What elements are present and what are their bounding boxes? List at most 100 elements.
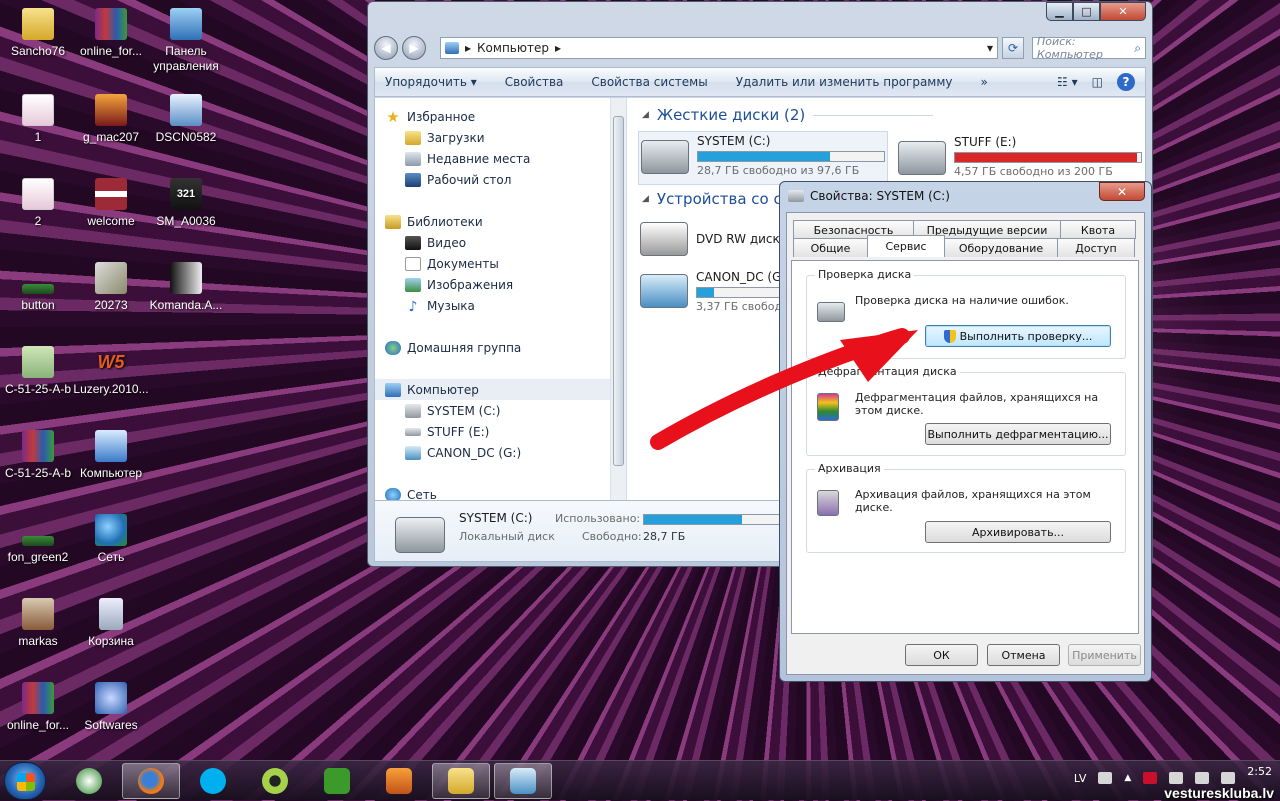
keyboard-icon[interactable] bbox=[1098, 772, 1113, 784]
navpane-scrollbar[interactable] bbox=[610, 98, 626, 500]
desktop-icon-20273[interactable]: 20273 bbox=[73, 262, 149, 313]
desktop-icon-g-mac207[interactable]: g_mac207 bbox=[73, 94, 149, 145]
close-button[interactable]: ✕ bbox=[1100, 2, 1146, 21]
desktop-icon-sm-a0036[interactable]: 321 SM_A0036 bbox=[148, 178, 224, 229]
desktop-icon-komanda[interactable]: Komanda.A... bbox=[148, 262, 224, 313]
nav-system-c[interactable]: SYSTEM (C:) bbox=[405, 400, 500, 421]
nav-homegroup[interactable]: Домашняя группа bbox=[385, 337, 521, 358]
nav-video[interactable]: Видео bbox=[405, 232, 466, 253]
action-center-icon[interactable] bbox=[1143, 772, 1158, 784]
desktop-icon-network[interactable]: Сеть bbox=[73, 514, 149, 565]
start-button[interactable] bbox=[4, 762, 46, 800]
language-indicator[interactable]: LV bbox=[1074, 772, 1086, 785]
refresh-button[interactable]: ⟳ bbox=[1002, 37, 1024, 59]
desktop-icon-button[interactable]: button bbox=[0, 262, 76, 313]
cancel-button[interactable]: Отмена bbox=[987, 644, 1060, 666]
desktop-icon-sancho76[interactable]: Sancho76 bbox=[0, 8, 76, 59]
maximize-button[interactable]: □ bbox=[1073, 2, 1100, 21]
drive-stuff-e[interactable]: STUFF (E:) 4,57 ГБ свободно из 200 ГБ bbox=[896, 133, 1145, 187]
backup-button[interactable]: Архивировать... bbox=[925, 521, 1111, 543]
desktop-icon-c-51-25-a-b-2[interactable]: C-51-25-A-b bbox=[0, 430, 76, 481]
drive-dvd[interactable]: DVD RW диско bbox=[640, 216, 790, 256]
nav-network[interactable]: Сеть bbox=[385, 484, 437, 500]
tab-general[interactable]: Общие bbox=[793, 238, 868, 257]
run-check-button[interactable]: Выполнить проверку... bbox=[925, 325, 1111, 347]
more-commands-button[interactable]: » bbox=[981, 75, 988, 89]
network-status-icon[interactable] bbox=[1169, 772, 1184, 784]
drive-icon bbox=[405, 427, 421, 436]
nav-music[interactable]: ♪ Музыка bbox=[405, 295, 475, 316]
scrollbar-thumb[interactable] bbox=[613, 116, 624, 466]
forward-button[interactable]: ▶ bbox=[402, 36, 426, 60]
nav-canon-g[interactable]: CANON_DC (G:) bbox=[405, 442, 521, 463]
minimize-button[interactable]: ▁ bbox=[1046, 2, 1073, 21]
search-icon[interactable]: ⌕ bbox=[1134, 41, 1141, 56]
network-globe-icon bbox=[95, 514, 127, 546]
desktop-icon-recycle-bin[interactable]: Корзина bbox=[73, 598, 149, 649]
ok-button[interactable]: ОК bbox=[905, 644, 978, 666]
volume-icon[interactable] bbox=[1195, 772, 1210, 784]
nav-desktop[interactable]: Рабочий стол bbox=[405, 169, 511, 190]
tab-quota[interactable]: Квота bbox=[1060, 220, 1136, 239]
taskbar-app-4[interactable] bbox=[246, 763, 304, 799]
nav-downloads[interactable]: Загрузки bbox=[405, 127, 485, 148]
nav-documents[interactable]: Документы bbox=[405, 253, 499, 274]
taskbar-firefox[interactable] bbox=[122, 763, 180, 799]
search-box[interactable]: Поиск: Компьютер ⌕ bbox=[1032, 35, 1146, 61]
search-input[interactable]: Поиск: Компьютер bbox=[1037, 35, 1134, 61]
nav-computer[interactable]: Компьютер bbox=[375, 379, 611, 400]
taskbar-utorrent[interactable] bbox=[308, 763, 366, 799]
apply-button[interactable]: Применить bbox=[1068, 644, 1141, 666]
address-bar[interactable]: ▸ Компьютер ▸ ▾ bbox=[440, 37, 998, 59]
taskbar-explorer[interactable] bbox=[432, 763, 490, 799]
desktop-icon-online-for-2[interactable]: online_for... bbox=[0, 682, 76, 733]
organize-button[interactable]: Упорядочить ▾ bbox=[385, 75, 477, 89]
taskbar-properties[interactable] bbox=[494, 763, 552, 799]
preview-pane-button[interactable]: ◫ bbox=[1092, 75, 1103, 89]
taskbar-skype[interactable] bbox=[184, 763, 242, 799]
desktop-icon-welcome[interactable]: welcome bbox=[73, 178, 149, 229]
nav-recent-places[interactable]: Недавние места bbox=[405, 148, 530, 169]
dialog-titlebar[interactable]: Свойства: SYSTEM (C:) bbox=[788, 189, 950, 203]
desktop-icon-c-51-25-a-b-1[interactable]: C-51-25-A-b bbox=[0, 346, 76, 397]
desktop-icon-dscn0582[interactable]: DSCN0582 bbox=[148, 94, 224, 145]
tab-sharing[interactable]: Доступ bbox=[1057, 238, 1135, 257]
address-path[interactable]: Компьютер bbox=[477, 41, 549, 55]
tab-tools[interactable]: Сервис bbox=[867, 235, 945, 257]
desktop-icon-2[interactable]: 2 bbox=[0, 178, 76, 229]
desktop-icon-online-for-1[interactable]: online_for... bbox=[73, 8, 149, 59]
desktop-icon-computer[interactable]: Компьютер bbox=[73, 430, 149, 481]
desktop-icon-control-panel[interactable]: Панель управления bbox=[148, 8, 224, 74]
taskbar-media-player[interactable] bbox=[370, 763, 428, 799]
nav-stuff-e[interactable]: STUFF (E:) bbox=[405, 421, 489, 442]
group-removable[interactable]: ◢ Устройства со съе bbox=[642, 190, 802, 208]
show-hidden-icons-icon[interactable]: ▲ bbox=[1124, 773, 1131, 783]
drive-system-c[interactable]: SYSTEM (C:) 28,7 ГБ свободно из 97,6 ГБ bbox=[638, 131, 888, 185]
homegroup-icon bbox=[385, 340, 401, 355]
taskbar-app-1[interactable] bbox=[60, 763, 118, 799]
uninstall-program-button[interactable]: Удалить или изменить программу bbox=[736, 75, 953, 89]
group-collapse-icon[interactable]: ◢ bbox=[642, 194, 649, 204]
group-hard-disks[interactable]: ◢ Жесткие диски (2) bbox=[642, 106, 934, 124]
desktop-icon-luzery[interactable]: W5 Luzery.2010... bbox=[73, 346, 149, 397]
desktop-icon-markas[interactable]: markas bbox=[0, 598, 76, 649]
nav-libraries[interactable]: Библиотеки bbox=[385, 211, 483, 232]
help-icon[interactable]: ? bbox=[1117, 73, 1135, 91]
desktop-icon-softwares[interactable]: Softwares bbox=[73, 682, 149, 733]
dialog-close-button[interactable]: ✕ bbox=[1099, 182, 1145, 201]
drive-canon-g[interactable]: CANON_DC (G 3,37 ГБ свобод bbox=[640, 268, 790, 313]
tray-app-icon[interactable] bbox=[1221, 772, 1236, 784]
address-dropdown-icon[interactable]: ▾ bbox=[987, 41, 993, 55]
system-properties-button[interactable]: Свойства системы bbox=[591, 75, 707, 89]
tab-hardware[interactable]: Оборудование bbox=[944, 238, 1058, 257]
back-button[interactable]: ◀ bbox=[374, 36, 398, 60]
nav-favorites[interactable]: ★ Избранное bbox=[385, 106, 475, 127]
view-options-button[interactable]: ☷ ▾ bbox=[1057, 75, 1078, 89]
run-defrag-button[interactable]: Выполнить дефрагментацию... bbox=[925, 423, 1111, 445]
address-sep-icon[interactable]: ▸ bbox=[555, 41, 561, 55]
properties-button[interactable]: Свойства bbox=[505, 75, 564, 89]
desktop-icon-1[interactable]: 1 bbox=[0, 94, 76, 145]
group-collapse-icon[interactable]: ◢ bbox=[642, 110, 649, 120]
desktop-icon-fon-green2[interactable]: fon_green2 bbox=[0, 514, 76, 565]
nav-images[interactable]: Изображения bbox=[405, 274, 513, 295]
